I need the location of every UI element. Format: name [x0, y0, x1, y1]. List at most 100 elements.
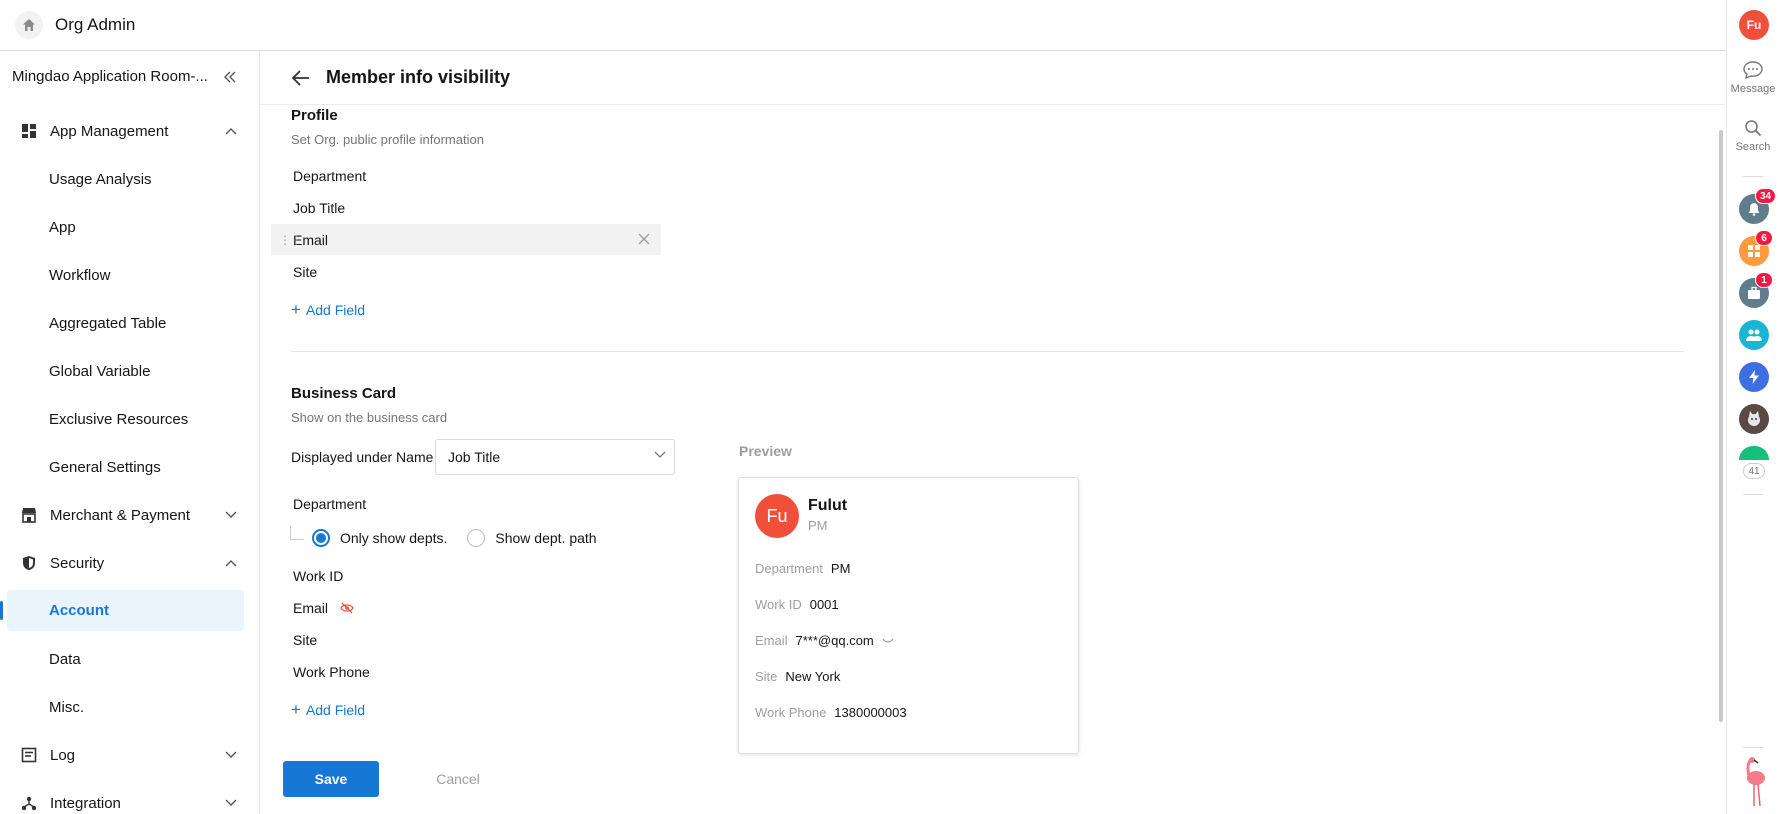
- sidebar-item-app[interactable]: App: [0, 203, 259, 251]
- sidebar-section-integration[interactable]: Integration: [0, 779, 259, 814]
- log-icon: [20, 746, 38, 764]
- plus-icon: +: [291, 300, 301, 319]
- app-partial-button[interactable]: [1739, 446, 1769, 460]
- sidebar-item-general-settings[interactable]: General Settings: [0, 443, 259, 491]
- rail-label: Search: [1735, 141, 1771, 153]
- bc-field-site[interactable]: Site: [293, 632, 317, 648]
- eye-closed-icon[interactable]: [882, 637, 894, 645]
- under-name-label: Displayed under Name: [291, 449, 434, 465]
- top-bar: Org Admin: [0, 0, 1726, 51]
- cat-avatar-icon: [1748, 411, 1760, 426]
- bc-add-field-button[interactable]: + Add Field: [291, 701, 365, 718]
- cancel-button[interactable]: Cancel: [410, 761, 506, 797]
- chevron-down-icon: [225, 751, 237, 758]
- sidebar-item-account[interactable]: Account: [0, 590, 244, 631]
- profile-field-job-title[interactable]: Job Title: [271, 192, 661, 223]
- bc-field-work-id[interactable]: Work ID: [293, 568, 343, 584]
- card-row-value: New York: [785, 669, 841, 684]
- rail-divider: [1743, 494, 1763, 495]
- card-row-work-phone: Work Phone 1380000003: [755, 705, 907, 720]
- flamingo-mascot-icon[interactable]: [1738, 756, 1770, 813]
- org-name: Mingdao Application Room-...: [12, 68, 208, 85]
- sidebar-item-exclusive-resources[interactable]: Exclusive Resources: [0, 395, 259, 443]
- chevron-down-icon: [654, 451, 666, 458]
- bc-field-email[interactable]: Email: [293, 600, 354, 616]
- card-name: Fulut: [808, 497, 848, 514]
- profile-field-email[interactable]: ⋮⋮ Email: [271, 224, 661, 255]
- work-badge: 1: [1755, 272, 1773, 288]
- under-name-select[interactable]: Job Title: [435, 439, 675, 475]
- save-button[interactable]: Save: [283, 761, 379, 797]
- sidebar-section-security[interactable]: Security: [0, 539, 259, 587]
- chevron-up-icon: [225, 128, 237, 135]
- preview-title: Preview: [739, 443, 792, 459]
- profile-field-department[interactable]: Department: [271, 160, 661, 191]
- page-header: Member info visibility: [260, 51, 1726, 105]
- radio-label[interactable]: Show dept. path: [495, 530, 596, 546]
- store-icon: [20, 506, 38, 524]
- sidebar-item-usage-analysis[interactable]: Usage Analysis: [0, 155, 259, 203]
- rail-message[interactable]: Message: [1727, 61, 1778, 95]
- sidebar-item-aggregated-table[interactable]: Aggregated Table: [0, 299, 259, 347]
- section-label: App Management: [50, 122, 169, 140]
- app-avatar-image[interactable]: [1739, 404, 1769, 434]
- arrow-left-icon: [292, 69, 309, 86]
- add-field-label: Add Field: [305, 301, 366, 318]
- home-button[interactable]: [15, 11, 43, 39]
- card-row-site: Site New York: [755, 669, 840, 684]
- close-icon[interactable]: [637, 232, 651, 246]
- sidebar-section-merchant-payment[interactable]: Merchant & Payment: [0, 491, 259, 539]
- scrollbar[interactable]: [1719, 130, 1723, 722]
- rail-divider: [1743, 176, 1763, 177]
- org-switcher[interactable]: Mingdao Application Room-...: [0, 51, 259, 102]
- section-divider: [291, 351, 1684, 352]
- sidebar-item-data[interactable]: Data: [0, 635, 259, 683]
- user-avatar[interactable]: Fu: [1739, 10, 1769, 40]
- drag-handle-icon[interactable]: ⋮⋮: [279, 233, 302, 247]
- dept-display-radio-group: Only show depts. Show dept. path: [290, 526, 617, 547]
- sidebar-section-app-management[interactable]: App Management: [0, 107, 259, 155]
- chevron-down-icon: [225, 511, 237, 518]
- notifications-button[interactable]: 34: [1739, 188, 1777, 224]
- contacts-button[interactable]: [1739, 320, 1769, 350]
- card-row-value: PM: [830, 561, 851, 576]
- profile-field-site[interactable]: Site: [271, 256, 661, 287]
- field-label: Job Title: [293, 199, 346, 216]
- right-rail: Fu Message Search 34 6 1 41: [1726, 0, 1778, 814]
- card-row-value: 0001: [809, 597, 839, 612]
- main-content: Profile Set Org. public profile informat…: [260, 105, 1726, 814]
- work-button[interactable]: 1: [1739, 272, 1773, 308]
- card-row-key: Site: [755, 669, 778, 684]
- chevron-up-icon: [225, 560, 237, 567]
- back-button[interactable]: [292, 68, 312, 88]
- apps-button[interactable]: 6: [1739, 230, 1773, 266]
- app-title: Org Admin: [55, 15, 136, 34]
- automation-button[interactable]: [1739, 362, 1769, 392]
- field-label: Department: [293, 167, 367, 184]
- bc-field-work-phone[interactable]: Work Phone: [293, 664, 370, 680]
- sidebar: Mingdao Application Room-... App Managem…: [0, 51, 260, 814]
- eye-off-icon[interactable]: [340, 602, 354, 614]
- profile-title: Profile: [291, 107, 338, 124]
- integration-icon: [20, 794, 38, 812]
- profile-add-field-button[interactable]: + Add Field: [291, 301, 365, 318]
- field-label: Email: [293, 600, 329, 616]
- notification-badge: 34: [1755, 188, 1777, 204]
- radio-show-dept-path[interactable]: [467, 529, 486, 547]
- radio-only-show-depts[interactable]: [312, 529, 330, 547]
- bc-field-department[interactable]: Department: [293, 496, 366, 512]
- sidebar-section-log[interactable]: Log: [0, 731, 259, 779]
- rail-search[interactable]: Search: [1727, 119, 1778, 153]
- sidebar-item-workflow[interactable]: Workflow: [0, 251, 259, 299]
- rail-divider: [1743, 747, 1763, 748]
- sidebar-item-misc[interactable]: Misc.: [0, 683, 259, 731]
- sidebar-item-global-variable[interactable]: Global Variable: [0, 347, 259, 395]
- shield-icon: [20, 554, 38, 572]
- radio-label[interactable]: Only show depts.: [340, 530, 447, 546]
- avatar: Fu: [755, 494, 799, 538]
- section-label: Integration: [50, 794, 121, 812]
- more-apps-count[interactable]: 41: [1743, 463, 1765, 479]
- collapse-sidebar-icon[interactable]: [223, 70, 237, 84]
- card-row-key: Work Phone: [755, 705, 827, 720]
- chevron-down-icon: [225, 799, 237, 806]
